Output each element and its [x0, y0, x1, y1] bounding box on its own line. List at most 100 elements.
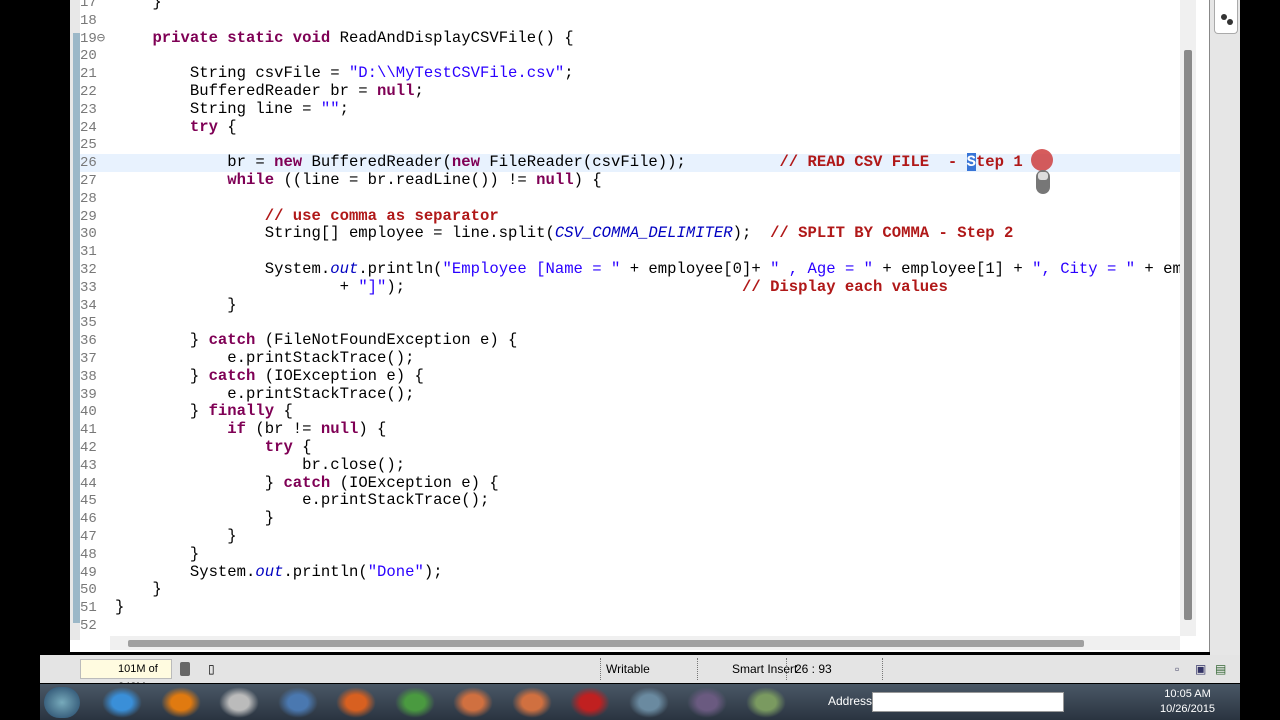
internet-explorer-taskbar-icon[interactable] [102, 687, 142, 718]
code-text: String[] employee = line.split(CSV_COMMA… [115, 224, 1014, 243]
code-text: + "]"); // Display each values [115, 278, 948, 297]
code-line[interactable]: 29 // use comma as separator [80, 207, 1180, 226]
code-token: catch [208, 366, 256, 385]
notepad-taskbar-icon[interactable] [745, 687, 786, 718]
code-line[interactable]: 20 [80, 47, 1180, 65]
code-editor[interactable]: 17 } 18 19⊖ private static void ReadAndDis… [70, 0, 1210, 652]
code-token: catch [283, 473, 331, 492]
monitor-icon[interactable]: ▣ [1195, 660, 1206, 678]
code-line[interactable]: 39 e.printStackTrace(); [80, 385, 1180, 404]
code-token: } [115, 473, 284, 492]
code-line[interactable]: 44 } catch (IOException e) { [80, 473, 1180, 493]
line-number: 51 [80, 600, 97, 617]
code-line[interactable]: 49 System.out.println("Done"); [80, 562, 1180, 582]
time: 10:05 AM [1164, 688, 1211, 700]
code-line[interactable]: 43 br.close(); [80, 456, 1180, 475]
code-line[interactable]: 26 br = new BufferedReader(new FileReade… [80, 153, 1180, 172]
media-player-taskbar-icon[interactable] [277, 687, 318, 718]
restore-icon[interactable]: ▫ [1175, 660, 1179, 678]
code-line[interactable]: 25 [80, 136, 1180, 154]
code-text: private static void ReadAndDisplayCSVFil… [115, 29, 573, 48]
code-line[interactable]: 28 [80, 190, 1180, 208]
code-line[interactable]: 51} [80, 598, 1180, 617]
camera-tool-taskbar-icon[interactable] [511, 687, 552, 718]
code-line[interactable]: 37 e.printStackTrace(); [80, 349, 1180, 368]
line-number: 25 [80, 137, 97, 154]
code-line[interactable]: 17 } [80, 0, 1180, 12]
line-number: 40 [80, 404, 97, 421]
code-text: try { [115, 118, 237, 137]
line-number: 46 [80, 511, 97, 528]
stapler-taskbar-icon[interactable] [570, 687, 610, 718]
line-number: 19⊖ [80, 30, 106, 47]
code-line[interactable]: 27 while ((line = br.readLine()) != null… [80, 170, 1180, 190]
clipboard-icon[interactable]: ▤ [1215, 660, 1226, 678]
code-token: + employee[2] [1144, 259, 1180, 278]
code-line[interactable]: 38 } catch (IOException e) { [80, 366, 1180, 386]
horizontal-scroll-thumb[interactable] [128, 640, 1084, 647]
file-manager-taskbar-icon[interactable] [219, 687, 259, 718]
chrome-taskbar-icon[interactable] [394, 687, 435, 718]
code-line[interactable]: 33 + "]"); // Display each values [80, 278, 1180, 297]
vertical-scrollbar[interactable] [1180, 0, 1196, 636]
code-text: // use comma as separator [115, 207, 499, 226]
code-line[interactable]: 45 e.printStackTrace(); [80, 491, 1180, 510]
code-line[interactable]: 48 } [80, 544, 1180, 564]
line-number: 32 [80, 261, 97, 278]
trim-icon[interactable]: ▯ [208, 660, 215, 678]
code-line[interactable]: 46 } [80, 509, 1180, 528]
code-line[interactable]: 42 try { [80, 437, 1180, 457]
code-text: } [115, 598, 125, 617]
code-token: } [115, 598, 125, 617]
code-text: e.printStackTrace(); [115, 385, 414, 404]
firefox-taskbar-icon[interactable] [336, 687, 376, 718]
screenshot-tool-taskbar-icon[interactable] [453, 687, 493, 718]
code-text: br.close(); [115, 456, 405, 475]
code-token: } [115, 544, 200, 563]
code-line[interactable]: 31 [80, 243, 1180, 261]
code-line[interactable]: 32 System.out.println("Employee [Name = … [80, 259, 1180, 279]
minimized-view-button[interactable] [1214, 0, 1238, 34]
code-area[interactable]: 17 } 18 19⊖ private static void ReadAndDis… [80, 0, 1180, 634]
code-token: try [264, 437, 293, 456]
line-number: 23 [80, 101, 97, 118]
code-line[interactable]: 24 try { [80, 118, 1180, 137]
code-line[interactable]: 19⊖ private static void ReadAndDisplayCS… [80, 29, 1180, 48]
garbage-collect-icon[interactable] [180, 662, 190, 676]
code-token: BufferedReader( [302, 153, 452, 172]
line-number: 26 [80, 155, 97, 172]
code-line[interactable]: 40 } finally { [80, 402, 1180, 421]
code-token: out [255, 562, 284, 581]
code-line[interactable]: 35 [80, 314, 1180, 332]
code-token: ) { [573, 170, 602, 189]
game-taskbar-icon[interactable] [687, 687, 727, 718]
vlc-taskbar-icon[interactable] [160, 687, 201, 718]
code-line[interactable]: 30 String[] employee = line.split(CSV_CO… [80, 224, 1180, 243]
code-token: ", City = " [1032, 259, 1136, 278]
start-button[interactable] [44, 687, 80, 718]
code-token: null [536, 170, 574, 189]
change-marker [73, 33, 80, 623]
code-token: .println( [358, 259, 443, 278]
horizontal-scrollbar[interactable] [110, 636, 1180, 650]
code-line[interactable]: 52 [80, 617, 1180, 634]
code-line[interactable]: 18 [80, 12, 1180, 30]
code-token: } [115, 366, 209, 385]
address-input[interactable] [872, 692, 1064, 712]
vertical-scroll-thumb[interactable] [1184, 50, 1192, 620]
code-line[interactable]: 22 BufferedReader br = null; [80, 82, 1180, 101]
code-line[interactable]: 36 } catch (FileNotFoundException e) { [80, 331, 1180, 350]
code-token: String line = [115, 99, 321, 118]
code-line[interactable]: 41 if (br != null) { [80, 420, 1180, 439]
clock[interactable]: 10:05 AM 10/26/2015 [1160, 687, 1215, 717]
code-line[interactable]: 34 } [80, 296, 1180, 315]
code-line[interactable]: 50 } [80, 580, 1180, 599]
code-token: ); [732, 224, 771, 243]
code-line[interactable]: 21 String csvFile = "D:\\MyTestCSVFile.c… [80, 64, 1180, 83]
code-line[interactable]: 47 } [80, 527, 1180, 546]
code-line[interactable]: 23 String line = ""; [80, 99, 1180, 119]
film-editor-taskbar-icon[interactable] [628, 687, 669, 718]
code-token: String csvFile = [115, 64, 349, 83]
